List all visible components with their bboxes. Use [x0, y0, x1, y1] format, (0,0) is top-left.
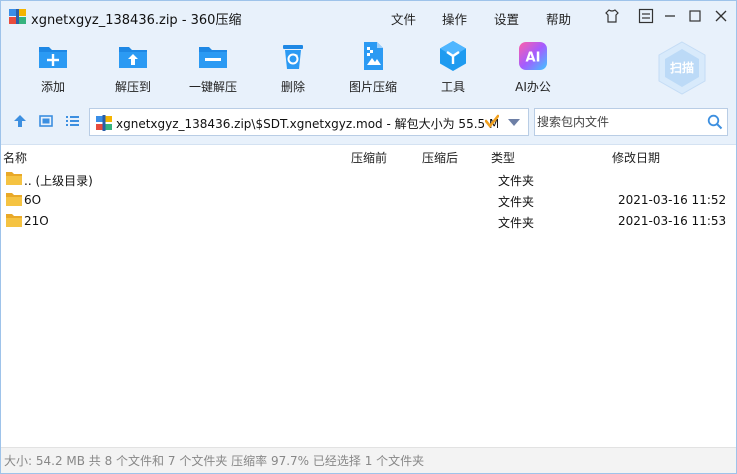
scan-label: 扫描 [670, 60, 694, 75]
minimize-icon[interactable] [662, 8, 678, 24]
folder-icon [6, 214, 22, 227]
file-name: .. (上级目录) [24, 174, 93, 188]
delete-button[interactable]: 删除 [253, 39, 333, 95]
extract-folder-icon [119, 47, 147, 68]
extract-to-button[interactable]: 解压到 [93, 39, 173, 95]
trash-recycle-icon [283, 45, 303, 69]
app-window: xgnetxgyz_138436.zip - 360压缩 文件 操作 设置 帮助 [0, 0, 737, 474]
search-box [534, 108, 728, 136]
tools-label: 工具 [440, 80, 465, 94]
chevron-down-icon[interactable] [508, 119, 520, 127]
menu-settings[interactable]: 设置 [494, 9, 519, 28]
search-input[interactable] [537, 112, 697, 132]
path-text: xgnetxgyz_138436.zip\$SDT.xgnetxgyz.mod … [116, 117, 498, 131]
column-type[interactable]: 类型 [491, 149, 515, 166]
app-logo-icon [9, 9, 26, 24]
maximize-icon[interactable] [687, 8, 703, 24]
extract-to-label: 解压到 [114, 80, 151, 94]
list-item[interactable]: 21O 文件夹 2021-03-16 11:53 [1, 211, 736, 232]
close-icon[interactable] [713, 8, 729, 24]
list-item[interactable]: 6O 文件夹 2021-03-16 11:52 [1, 190, 736, 211]
ai-office-icon: AI [519, 42, 547, 70]
one-click-extract-button[interactable]: 一键解压 [173, 39, 253, 95]
file-type: 文件夹 [498, 195, 535, 209]
tools-hexagon-icon [440, 41, 466, 71]
skin-shirt-icon[interactable] [604, 8, 620, 24]
column-modified[interactable]: 修改日期 [612, 149, 660, 166]
delete-label: 删除 [280, 80, 305, 94]
add-label: 添加 [40, 80, 65, 94]
file-type: 文件夹 [498, 174, 535, 188]
file-type: 文件夹 [498, 216, 535, 230]
zip-archive-icon [96, 115, 112, 131]
thumbnail-view-icon[interactable] [38, 113, 54, 129]
title-bar: xgnetxgyz_138436.zip - 360压缩 文件 操作 设置 帮助 [1, 1, 736, 33]
ai-office-button[interactable]: AI AI办公 [493, 39, 573, 95]
path-box[interactable]: xgnetxgyz_138436.zip\$SDT.xgnetxgyz.mod … [89, 108, 529, 136]
verified-check-icon [485, 114, 499, 129]
menu-help[interactable]: 帮助 [546, 9, 571, 28]
menu-lines-icon[interactable] [638, 8, 654, 24]
toolbar: 添加 解压到 一键解压 删除 图片压缩 工具 AI AI办公 扫描 [1, 33, 736, 99]
column-header: 名称 压缩前 压缩后 类型 修改日期 [1, 146, 736, 166]
menu-file[interactable]: 文件 [391, 9, 416, 28]
folder-icon [6, 172, 22, 185]
column-size-after[interactable]: 压缩后 [422, 149, 458, 166]
image-file-icon [364, 42, 383, 70]
ai-icon-text: AI [526, 51, 541, 66]
ai-office-label: AI办公 [515, 80, 551, 94]
status-text: 大小: 54.2 MB 共 8 个文件和 7 个文件夹 压缩率 97.7% 已经… [4, 454, 425, 468]
status-bar: 大小: 54.2 MB 共 8 个文件和 7 个文件夹 压缩率 97.7% 已经… [1, 447, 736, 473]
search-icon[interactable] [707, 114, 723, 130]
tools-button[interactable]: 工具 [413, 39, 493, 95]
image-compress-button[interactable]: 图片压缩 [333, 39, 413, 95]
list-view-icon[interactable] [64, 113, 80, 129]
file-date: 2021-03-16 11:53 [618, 214, 727, 228]
one-click-folder-icon [199, 47, 227, 68]
add-button[interactable]: 添加 [13, 39, 93, 95]
add-folder-icon [39, 47, 67, 68]
column-name[interactable]: 名称 [3, 149, 27, 166]
image-compress-label: 图片压缩 [348, 80, 397, 94]
one-click-extract-label: 一键解压 [188, 80, 237, 94]
file-name: 6O [24, 193, 42, 207]
file-date: 2021-03-16 11:52 [618, 193, 727, 207]
scan-shield-icon[interactable]: 扫描 [653, 39, 711, 97]
column-size-before[interactable]: 压缩前 [351, 149, 387, 166]
list-item-parent[interactable]: .. (上级目录) 文件夹 [1, 169, 736, 190]
window-title: xgnetxgyz_138436.zip - 360压缩 [31, 13, 242, 28]
folder-icon [6, 193, 22, 206]
file-name: 21O [24, 214, 49, 228]
up-arrow-icon[interactable] [12, 113, 28, 129]
address-bar: xgnetxgyz_138436.zip\$SDT.xgnetxgyz.mod … [1, 99, 736, 145]
menu-operation[interactable]: 操作 [442, 9, 467, 28]
